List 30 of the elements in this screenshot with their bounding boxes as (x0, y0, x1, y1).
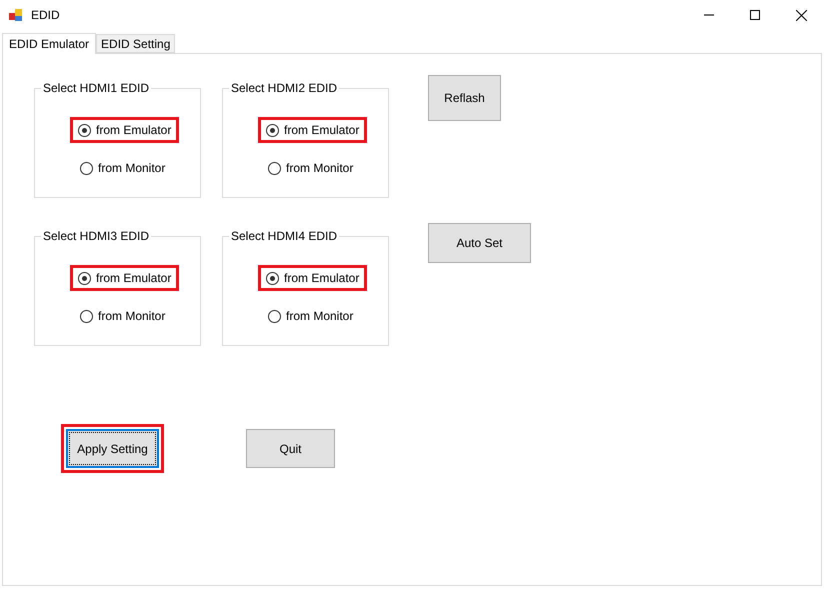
radio-icon (78, 272, 91, 284)
radio-icon (268, 162, 281, 174)
action-button[interactable]: Apply Setting (66, 429, 159, 468)
radio-option[interactable]: from Emulator (70, 265, 180, 291)
radio-option[interactable]: from Monitor (72, 303, 174, 329)
side-button[interactable]: Auto Set (428, 223, 531, 263)
radio-option[interactable]: from Emulator (258, 117, 368, 143)
maximize-icon (750, 10, 760, 20)
app-icon (9, 8, 23, 22)
radio-icon (266, 272, 279, 284)
radio-option[interactable]: from Monitor (260, 155, 362, 181)
group-title: Select HDMI1 EDID (42, 81, 150, 95)
group-title: Select HDMI2 EDID (230, 81, 338, 95)
group-title: Select HDMI4 EDID (230, 229, 338, 243)
radio-icon (78, 124, 91, 136)
group-title: Select HDMI3 EDID (42, 229, 150, 243)
action-button[interactable]: Quit (246, 429, 335, 468)
radio-icon (266, 124, 279, 136)
radio-option[interactable]: from Emulator (258, 265, 368, 291)
tab[interactable]: EDID Emulator (2, 33, 96, 54)
radio-option[interactable]: from Monitor (72, 155, 174, 181)
radio-icon (268, 310, 281, 322)
tab[interactable]: EDID Setting (96, 34, 176, 53)
radio-icon (80, 162, 93, 174)
radio-option[interactable]: from Emulator (70, 117, 180, 143)
close-icon (796, 10, 806, 20)
side-button[interactable]: Reflash (428, 75, 501, 121)
radio-icon (80, 310, 93, 322)
radio-option[interactable]: from Monitor (260, 303, 362, 329)
window-title: EDID (31, 8, 61, 22)
